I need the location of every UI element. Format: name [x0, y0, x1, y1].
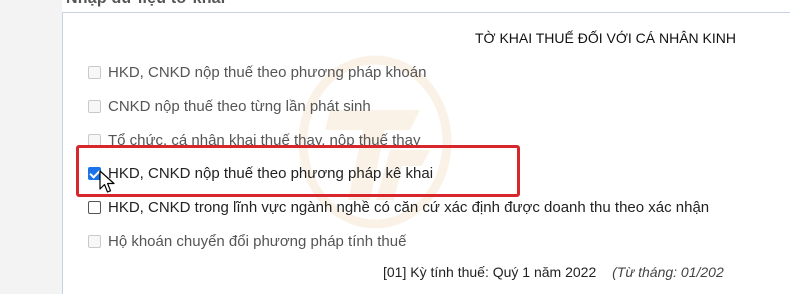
- option-label: HKD, CNKD nộp thuế theo phương pháp khoá…: [108, 63, 427, 81]
- highlight-box: [76, 145, 520, 197]
- checkbox-chuyen-doi[interactable]: [88, 234, 101, 248]
- left-panel: [0, 0, 62, 294]
- tax-period: [01] Kỳ tính thuế: Quý 1 năm 2022 (Từ th…: [383, 264, 724, 280]
- option-label: HKD, CNKD trong lĩnh vực ngành nghề có c…: [108, 198, 710, 216]
- section-title: Nhập dữ liệu tờ khai: [66, 0, 225, 8]
- option-label: CNKD nộp thuế theo từng lần phát sinh: [108, 97, 371, 115]
- option-xac-nhan[interactable]: HKD, CNKD trong lĩnh vực ngành nghề có c…: [88, 196, 709, 218]
- tax-period-from: (Từ tháng: 01/202: [612, 264, 724, 280]
- checkbox-khoan[interactable]: [88, 65, 101, 79]
- option-chuyen-doi[interactable]: Hộ khoán chuyển đổi phương pháp tính thu…: [88, 230, 406, 252]
- form-title: TỜ KHAI THUẾ ĐỐI VỚI CÁ NHÂN KINH: [475, 30, 737, 46]
- option-label: Hộ khoán chuyển đổi phương pháp tính thu…: [108, 232, 407, 250]
- option-phat-sinh[interactable]: CNKD nộp thuế theo từng lần phát sinh: [88, 95, 371, 117]
- checkbox-phat-sinh[interactable]: [88, 99, 101, 113]
- mouse-pointer-icon: [99, 170, 115, 193]
- checkbox-xac-nhan[interactable]: [88, 200, 101, 214]
- tax-period-label: [01] Kỳ tính thuế: Quý 1 năm 2022: [383, 264, 597, 280]
- option-khoan[interactable]: HKD, CNKD nộp thuế theo phương pháp khoá…: [88, 61, 426, 83]
